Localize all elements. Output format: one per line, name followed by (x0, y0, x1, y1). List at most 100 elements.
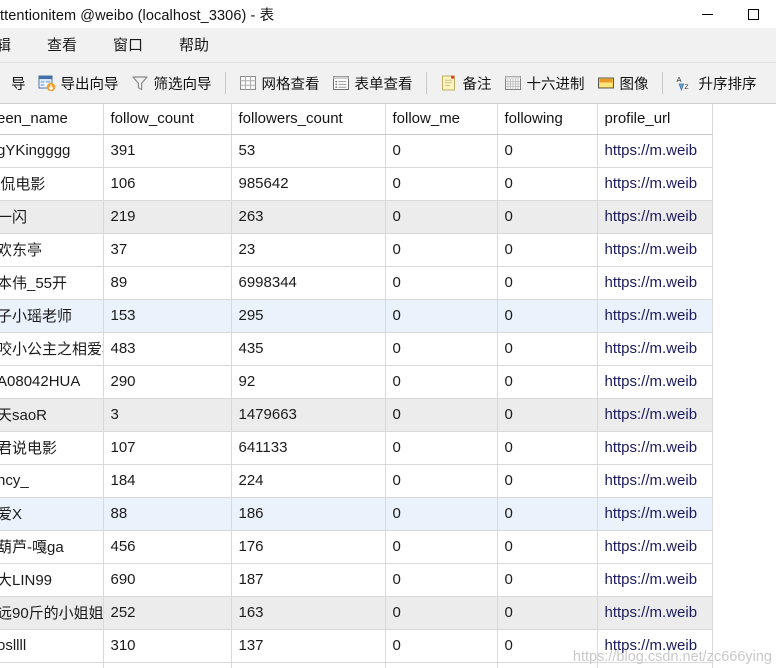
cell-profile_url[interactable]: https://m.weib (597, 200, 713, 234)
cell-screen_name[interactable]: A08042HUA (0, 365, 104, 399)
cell-followers_count[interactable]: 1479663 (231, 398, 386, 432)
cell-following[interactable]: 0 (497, 299, 598, 333)
column-header-follow-count[interactable]: follow_count (103, 104, 232, 135)
cell-follow_me[interactable]: 0 (385, 431, 498, 465)
table-row[interactable]: 欢东亭 37 23 0 0 https://m.weib (0, 233, 713, 267)
cell-follow_count[interactable]: 456 (103, 530, 232, 564)
cell-follow_count[interactable]: 252 (103, 596, 232, 630)
menu-help[interactable]: 帮助 (169, 28, 219, 63)
cell-followers_count[interactable]: 641133 (231, 431, 386, 465)
cell-profile_url[interactable]: https://m.weib (597, 332, 713, 366)
column-header-follow-me[interactable]: follow_me (385, 104, 498, 135)
cell-follow_me[interactable]: 0 (385, 332, 498, 366)
cell-followers_count[interactable]: 176 (231, 530, 386, 564)
hex-button[interactable]: 十六进制 (498, 63, 591, 103)
cell-following[interactable]: 0 (497, 365, 598, 399)
cell-follow_me[interactable]: 0 (385, 299, 498, 333)
cell-follow_count[interactable]: 219 (103, 200, 232, 234)
cell-screen_name[interactable]: l侃电影 (0, 167, 104, 201)
cell-screen_name[interactable]: 远90斤的小姐姐 (0, 596, 104, 630)
table-row[interactable]: 爱X8818600https://m.weib (0, 497, 713, 531)
cell-followers_count[interactable]: 186 (231, 497, 386, 531)
cell-following[interactable]: 0 (497, 497, 598, 531)
cell-screen_name[interactable]: 本伟_55开 (0, 266, 104, 300)
image-button[interactable]: 图像 (591, 63, 655, 103)
cell-follow_count[interactable]: 107 (103, 431, 232, 465)
cell-followers_count[interactable]: 224 (231, 464, 386, 498)
cell-follow_count[interactable]: 89 (103, 266, 232, 300)
cell-followers_count[interactable]: 6998344 (231, 266, 386, 300)
table-row[interactable]: 大LIN99 690 187 0 0 https://m.weib (0, 563, 713, 597)
cell-profile_url[interactable]: https://m.weib (597, 266, 713, 300)
cell-screen_name[interactable]: 天saoR (0, 398, 104, 432)
cell-follow_count[interactable]: 153 (103, 299, 232, 333)
column-header-followers-count[interactable]: followers_count (231, 104, 386, 135)
cell-follow_count[interactable]: 37 (103, 233, 232, 267)
cell-follow_count[interactable]: 290 (103, 365, 232, 399)
cell-profile_url[interactable]: https://m.weib (597, 497, 713, 531)
cell-following[interactable]: 0 (497, 530, 598, 564)
cell-profile_url[interactable]: https://m.weib (597, 233, 713, 267)
cell-follow_me[interactable]: 0 (385, 596, 498, 630)
cell-follow_count[interactable]: 690 (103, 563, 232, 597)
cell-profile_url[interactable]: https://m.weib (597, 464, 713, 498)
grid-view-button[interactable]: 网格查看 (233, 63, 326, 103)
cell-following[interactable]: 0 (497, 134, 598, 168)
cell-follow_me[interactable]: 0 (385, 464, 498, 498)
cell-following[interactable]: 0 (497, 266, 598, 300)
cell-follow_me[interactable]: 0 (385, 530, 498, 564)
cell-follow_me[interactable]: 0 (385, 134, 498, 168)
cell-screen_name[interactable]: 子小瑶老师 (0, 299, 104, 333)
column-header-profile-url[interactable]: profile_url (597, 104, 713, 135)
table-row[interactable]: osllll31013700https://m.weib (0, 629, 713, 663)
column-header-screen-name[interactable]: een_name (0, 104, 104, 135)
cell-following[interactable]: 0 (497, 662, 598, 668)
data-grid[interactable]: een_name follow_count followers_count fo… (0, 104, 776, 668)
maximize-button[interactable] (730, 0, 776, 28)
table-row[interactable]: l侃电影 106 985642 0 0 https://m.weib (0, 167, 713, 201)
cell-follow_count[interactable]: 299 (103, 662, 232, 668)
cell-profile_url[interactable]: https://m.weib (597, 563, 713, 597)
sort-ascending-button[interactable]: A Z 升序排序 (670, 63, 763, 103)
cell-following[interactable]: 0 (497, 629, 598, 663)
cell-follow_me[interactable]: 0 (385, 497, 498, 531)
cell-profile_url[interactable]: https://m.weib (597, 365, 713, 399)
cell-profile_url[interactable]: https://m.weib (597, 431, 713, 465)
cell-following[interactable]: 0 (497, 563, 598, 597)
cell-followers_count[interactable]: 163 (231, 596, 386, 630)
cell-following[interactable]: 0 (497, 200, 598, 234)
cell-screen_name[interactable]: 咬小公主之相爱村 (0, 332, 104, 366)
cell-screen_name[interactable]: gYKingggg (0, 134, 104, 168)
cell-profile_url[interactable]: https://m.weib (597, 299, 713, 333)
table-row[interactable]: A08042HUA 290 92 0 0 https://m.weib (0, 365, 713, 399)
cell-profile_url[interactable]: https://m.weib (597, 629, 713, 663)
cell-profile_url[interactable]: https://m.weib (597, 134, 713, 168)
column-header-following[interactable]: following (497, 104, 598, 135)
cell-profile_url[interactable]: https://m.weib (597, 662, 713, 668)
cell-followers_count[interactable]: 53 (231, 134, 386, 168)
cell-profile_url[interactable]: https://m.weib (597, 167, 713, 201)
cell-follow_count[interactable]: 310 (103, 629, 232, 663)
cell-following[interactable]: 0 (497, 596, 598, 630)
menu-view[interactable]: 查看 (37, 28, 87, 63)
table-row[interactable]: 子小瑶老师 153 295 0 0 https://m.weib (0, 299, 713, 333)
table-row[interactable]: 葫芦-嘎ga 456 176 0 0 https://m.weib (0, 530, 713, 564)
cell-screen_name[interactable]: 大LIN99 (0, 563, 104, 597)
cell-follow_me[interactable]: 0 (385, 266, 498, 300)
cell-follow_me[interactable]: 0 (385, 233, 498, 267)
cell-follow_count[interactable]: 88 (103, 497, 232, 531)
cell-followers_count[interactable]: 92 (231, 365, 386, 399)
table-row[interactable]: 天saoR 3 1479663 0 0 https://m.weib (0, 398, 713, 432)
import-wizard-button[interactable]: 导 (0, 63, 32, 103)
cell-follow_me[interactable]: 0 (385, 167, 498, 201)
export-wizard-button[interactable]: 导出向导 (32, 63, 125, 103)
cell-follow_count[interactable]: 391 (103, 134, 232, 168)
cell-following[interactable]: 0 (497, 167, 598, 201)
cell-follow_count[interactable]: 3 (103, 398, 232, 432)
cell-screen_name[interactable]: 爱X (0, 497, 104, 531)
cell-followers_count[interactable]: 435 (231, 332, 386, 366)
cell-screen_name[interactable]: ncy_ (0, 464, 104, 498)
cell-profile_url[interactable]: https://m.weib (597, 596, 713, 630)
minimize-button[interactable] (684, 0, 730, 28)
memo-button[interactable]: 备注 (434, 63, 498, 103)
